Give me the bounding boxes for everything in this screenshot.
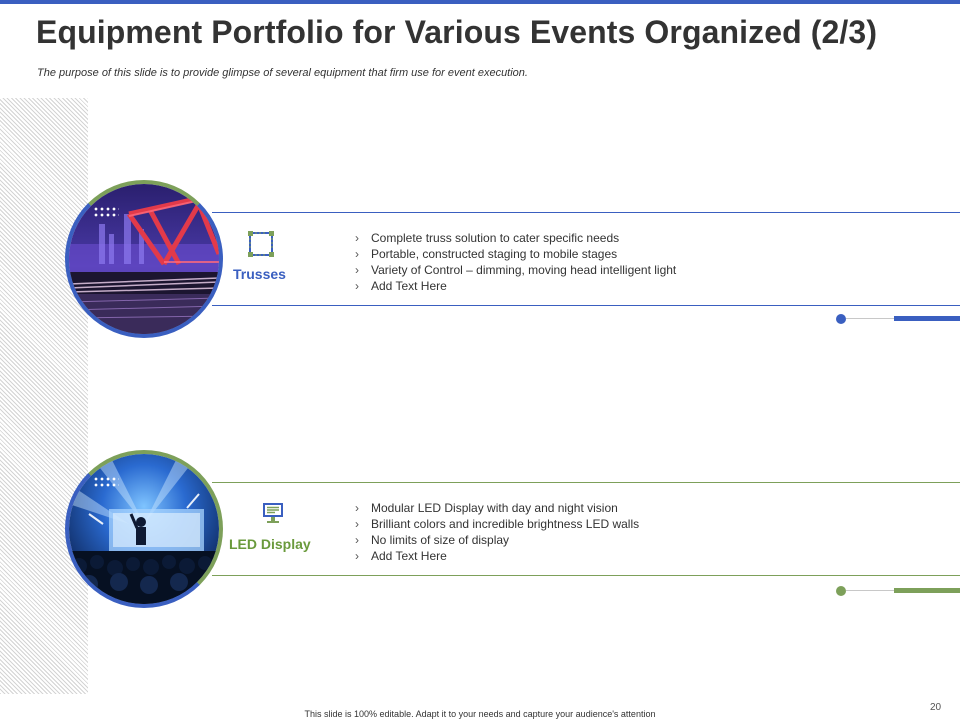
slide-footer-note: This slide is 100% editable. Adapt it to…: [304, 709, 656, 719]
monitor-icon: [260, 500, 290, 528]
equipment-card-trusses: Trusses › Complete truss solution to cate…: [0, 180, 960, 340]
chevron-right-icon: ›: [355, 501, 359, 515]
bullet-item: › Add Text Here: [355, 279, 447, 293]
decorative-dots: [93, 476, 119, 488]
page-number: 20: [930, 702, 942, 713]
connector-dot: [836, 586, 846, 596]
bullet-item: › Portable, constructed staging to mobile…: [355, 247, 618, 261]
top-accent-bar: [0, 0, 960, 4]
decorative-dots: [93, 206, 119, 218]
bullet-list-led-display: › Modular LED Display with day and night …: [355, 500, 639, 564]
chevron-right-icon: ›: [355, 279, 359, 293]
bullet-item: › Modular LED Display with day and night …: [355, 501, 618, 515]
connector-bar: [894, 316, 960, 321]
concert-led-screen-photo: [69, 454, 219, 604]
chevron-right-icon: ›: [355, 549, 359, 563]
bullet-item: › Add Text Here: [355, 549, 447, 563]
connector-dot: [836, 314, 846, 324]
bullet-item: › Complete truss solution to cater specif…: [355, 231, 620, 245]
bullet-list-trusses: › Complete truss solution to cater specif…: [355, 230, 676, 294]
slide-subtitle: The purpose of this slide is to provide …: [37, 67, 528, 79]
item-label-led-display: LED Display: [229, 536, 311, 552]
chevron-right-icon: ›: [355, 263, 359, 277]
connector-bar: [894, 588, 960, 593]
bullet-item: › No limits of size of display: [355, 533, 510, 547]
equipment-card-led-display: LED Display › Modular LED Display with da…: [0, 450, 960, 610]
bullet-item: › Brilliant colors and incredible brightn…: [355, 517, 640, 531]
chevron-right-icon: ›: [355, 517, 359, 531]
chevron-right-icon: ›: [355, 247, 359, 261]
bullet-item: › Variety of Control – dimming, moving he…: [355, 263, 677, 277]
connector-decoration: [836, 314, 960, 324]
truss-frame-icon: [246, 230, 276, 258]
chevron-right-icon: ›: [355, 533, 359, 547]
slide-title: Equipment Portfolio for Various Events O…: [36, 14, 878, 50]
connector-line: [846, 318, 894, 319]
connector-decoration: [836, 586, 960, 596]
chevron-right-icon: ›: [355, 231, 359, 245]
illuminated-bridge-truss-photo: [69, 184, 219, 334]
connector-line: [846, 590, 894, 591]
item-label-trusses: Trusses: [233, 266, 286, 282]
